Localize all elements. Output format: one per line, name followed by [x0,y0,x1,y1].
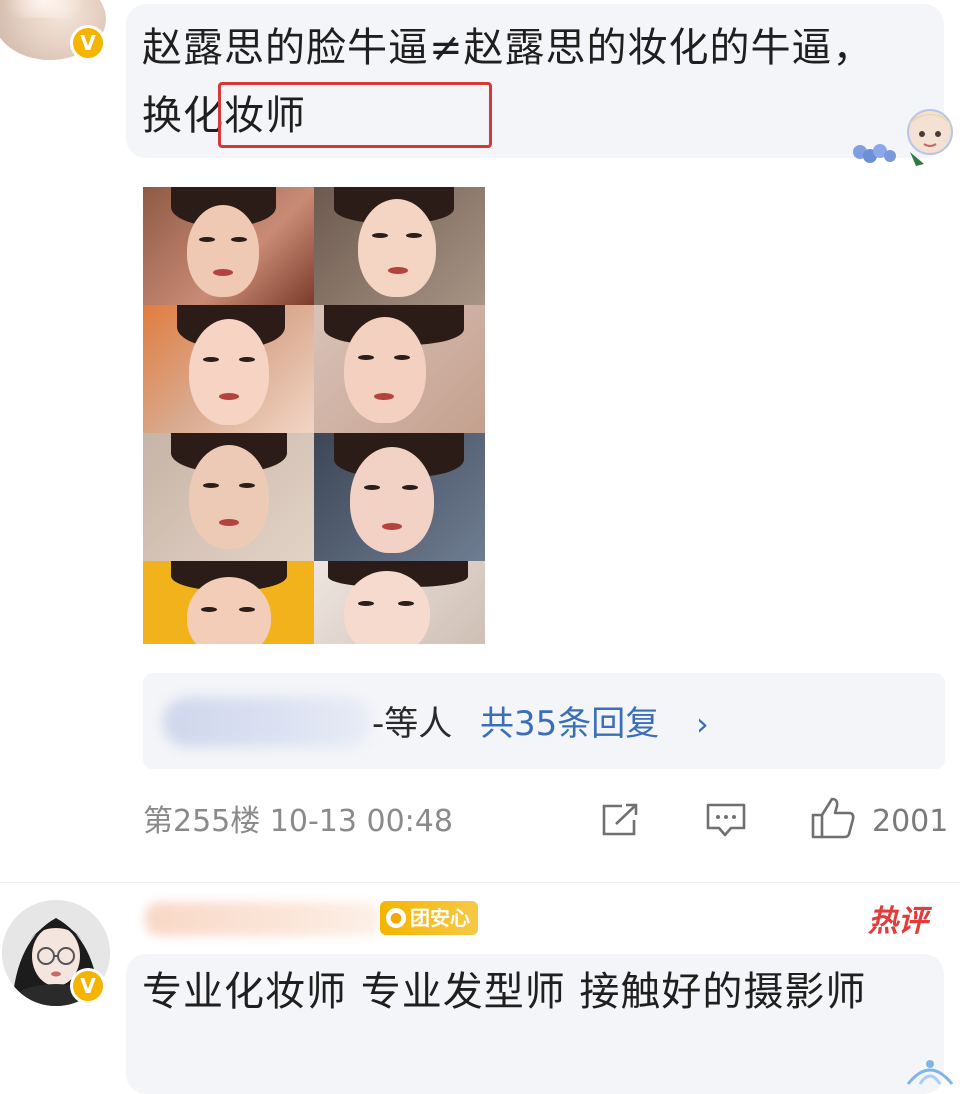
username-blurred[interactable] [145,902,380,936]
share-icon[interactable] [600,802,640,838]
verified-badge-icon: V [70,968,106,1004]
reply-count-link[interactable]: 共35条回复 [480,700,659,748]
fan-badge-icon: ● [386,908,406,928]
hot-comment-tag: 热评 [868,904,928,939]
chevron-right-icon[interactable]: › [696,700,709,748]
comment-icon[interactable] [705,802,747,838]
comment-divider [0,882,960,883]
fan-badge[interactable]: ● 团安心 [380,901,478,935]
verified-badge-icon: V [70,25,106,61]
sticker-icon [906,1060,954,1085]
comment-text: 专业化妆师 专业发型师 接触好的摄影师 [142,969,867,1015]
floor-and-time: 第255楼 10-13 00:48 [143,804,453,839]
fan-badge-label: 团安心 [410,906,470,930]
sticker-icon [853,109,953,166]
like-count: 2001 [872,804,949,839]
thumbs-up-icon[interactable] [810,796,856,840]
reply-usernames-blurred [163,697,371,747]
reply-users-suffix: -等人 [372,704,453,744]
highlight-box [218,82,492,148]
comment-photo[interactable] [143,187,485,644]
